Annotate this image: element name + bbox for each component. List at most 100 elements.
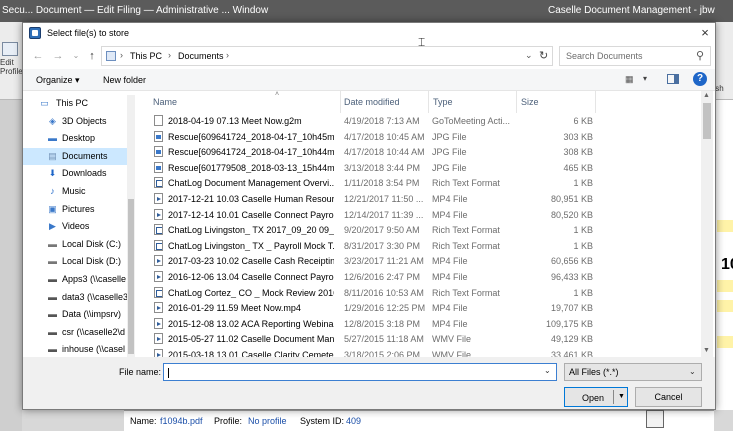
file-row[interactable]: 2017-12-14 10.01 Caselle Connect Payroll… (145, 208, 701, 224)
search-icon[interactable]: ⚲ (696, 49, 704, 62)
file-list-scrollbar[interactable]: ▲ ▼ (701, 91, 713, 357)
file-row[interactable]: ChatLog Livingston_ TX 2017_09_20 09_5..… (145, 223, 701, 239)
file-row[interactable]: Rescue[609641724_2018-04-17_10h44m50... 4… (145, 145, 701, 161)
sidebar-item[interactable]: ▣ Pictures (23, 201, 127, 218)
sidebar-item-label[interactable]: Pictures (62, 204, 95, 214)
scroll-up-icon[interactable]: ▲ (703, 92, 710, 99)
column-name[interactable]: Name (153, 97, 177, 107)
file-row[interactable]: ChatLog Cortez_ CO _ Mock Review 2016...… (145, 286, 701, 302)
filename-dropdown-icon[interactable]: ⌄ (544, 366, 551, 375)
file-row[interactable]: Rescue[609641724_2018-04-17_10h45m02... 4… (145, 130, 701, 146)
sidebar-item-label[interactable]: Downloads (62, 168, 107, 178)
sidebar-item[interactable]: ▬ Local Disk (D:) (23, 253, 127, 270)
breadcrumb-separator-icon[interactable]: › (120, 50, 123, 60)
scroll-down-icon[interactable]: ▼ (703, 347, 710, 354)
back-arrow-icon[interactable]: ← (31, 49, 45, 63)
file-row[interactable]: ChatLog Livingston_ TX _ Payroll Mock T.… (145, 239, 701, 255)
sidebar-item-label[interactable]: Local Disk (C:) (62, 239, 121, 249)
breadcrumb-separator-icon[interactable]: › (168, 50, 171, 60)
sidebar-item-label[interactable]: This PC (56, 98, 88, 108)
sidebar-item[interactable]: ▬ Desktop (23, 130, 127, 147)
file-row[interactable]: 2015-03-18 13.01 Caselle Clarity Cemeter… (145, 348, 701, 357)
filter-dropdown-icon[interactable]: ⌄ (689, 367, 696, 376)
close-button[interactable]: × (697, 25, 713, 41)
open-button[interactable]: Open ▼ (564, 387, 628, 407)
new-folder-button[interactable]: New folder (103, 75, 146, 85)
open-dropdown-icon[interactable]: ▼ (618, 393, 625, 400)
sidebar-item-label[interactable]: Apps3 (\\caselle (62, 274, 126, 284)
column-divider[interactable] (340, 91, 341, 113)
sidebar-item[interactable]: ▬ Apps3 (\\caselle (23, 271, 127, 288)
edit-profile-icon[interactable] (2, 42, 18, 56)
file-type-value[interactable]: All Files (*.*) (569, 367, 619, 377)
recent-chevron-icon[interactable]: ⌄ (69, 49, 83, 63)
search-input[interactable]: Search Documents (566, 51, 643, 61)
sidebar-item[interactable]: ▬ csr (\\caselle2\d (23, 324, 127, 341)
file-row[interactable]: ChatLog Document Management Overvi... 1/1… (145, 176, 701, 192)
column-type[interactable]: Type (433, 97, 453, 107)
sidebar-item[interactable]: ▤ Documents (23, 147, 127, 165)
file-row[interactable]: 2018-04-19 07.13 Meet Now.g2m 4/19/2018 7… (145, 114, 701, 130)
column-date-modified[interactable]: Date modified (344, 97, 400, 107)
filename-input[interactable] (163, 363, 557, 381)
edit-profile-label[interactable]: Edit Profile (0, 58, 23, 76)
column-divider[interactable] (595, 91, 596, 113)
file-row[interactable]: 2015-05-27 11.02 Caselle Document Man...… (145, 332, 701, 348)
file-date-modified: 3/13/2018 3:44 PM (344, 162, 421, 173)
file-row[interactable]: 2016-01-29 11.59 Meet Now.mp4 1/29/2016 1… (145, 301, 701, 317)
column-divider[interactable] (516, 91, 517, 113)
file-size: 1 KB (573, 287, 593, 298)
sidebar-item[interactable]: ♪ Music (23, 183, 127, 200)
address-dropdown-icon[interactable]: ⌄ (525, 50, 533, 61)
sidebar-item-label[interactable]: Desktop (62, 133, 95, 143)
sidebar-item[interactable]: ⬇ Downloads (23, 165, 127, 182)
view-options-icon[interactable]: ▦ (625, 74, 637, 84)
file-row[interactable]: 2017-12-21 10.03 Caselle Human Resourc..… (145, 192, 701, 208)
file-dialog: Select file(s) to store × ⌶ ← → ⌄ ↑ › Th… (22, 22, 716, 410)
breadcrumb-documents[interactable]: Documents (178, 51, 224, 61)
sidebar-item-label[interactable]: Data (\\impsrv) (62, 309, 121, 319)
file-list-scrollbar-thumb[interactable] (703, 103, 711, 139)
sidebar-item-label[interactable]: data3 (\\caselle3 (62, 292, 127, 302)
up-arrow-icon[interactable]: ↑ (85, 49, 99, 63)
view-dropdown-icon[interactable]: ▾ (643, 74, 647, 83)
sidebar-item-label[interactable]: Local Disk (D:) (62, 256, 121, 266)
sidebar-item-label[interactable]: 3D Objects (62, 116, 107, 126)
cancel-button[interactable]: Cancel (635, 387, 702, 407)
help-icon[interactable]: ? (693, 72, 707, 86)
sidebar-item[interactable]: ▬ inhouse (\\casel (23, 341, 127, 357)
sidebar-item[interactable]: ▶ Videos (23, 218, 127, 235)
column-size[interactable]: Size (521, 97, 539, 107)
file-row[interactable]: Rescue[601779508_2018-03-13_15h44m08... 3… (145, 161, 701, 177)
file-type-filter[interactable]: All Files (*.*) ⌄ (564, 363, 702, 381)
sidebar-item[interactable]: ▬ Data (\\impsrv) (23, 306, 127, 323)
open-button-label[interactable]: Open (582, 393, 604, 403)
sidebar-item-label[interactable]: Videos (62, 221, 89, 231)
breadcrumb-this-pc[interactable]: This PC (130, 51, 162, 61)
breadcrumb-separator-icon[interactable]: › (226, 50, 229, 60)
file-icon (154, 146, 163, 158)
address-bar[interactable]: › This PC › Documents › ⌄ ↻ (101, 46, 553, 66)
pen-icon[interactable] (646, 410, 664, 428)
sidebar-item-label[interactable]: csr (\\caselle2\d (62, 327, 125, 337)
file-row[interactable]: 2017-03-23 10.02 Caselle Cash Receipting… (145, 254, 701, 270)
sidebar-item[interactable]: ◈ 3D Objects (23, 113, 127, 130)
nav-scrollbar-thumb[interactable] (128, 199, 134, 354)
sidebar-item-label[interactable]: Documents (62, 151, 108, 161)
preview-pane-icon[interactable] (667, 74, 679, 84)
sidebar-item-label[interactable]: Music (62, 186, 86, 196)
refresh-icon[interactable]: ↻ (539, 49, 548, 62)
file-row[interactable]: 2016-12-06 13.04 Caselle Connect Payroll… (145, 270, 701, 286)
organize-button[interactable]: Organize ▾ (36, 75, 80, 86)
nav-scrollbar[interactable] (127, 95, 135, 357)
sidebar-item[interactable]: ▬ Local Disk (C:) (23, 236, 127, 253)
forward-arrow-icon[interactable]: → (51, 49, 65, 63)
sidebar-item[interactable]: ▭ This PC (23, 95, 127, 112)
search-box[interactable]: Search Documents ⚲ (559, 46, 711, 66)
file-row[interactable]: 2015-12-08 13.02 ACA Reporting Webinar..… (145, 317, 701, 333)
sidebar-item[interactable]: ▬ data3 (\\caselle3 (23, 289, 127, 306)
column-divider[interactable] (428, 91, 429, 113)
file-size: 80,520 KB (550, 209, 593, 220)
command-bar: Organize ▾ New folder ▦ ▾ ? (23, 69, 715, 91)
sidebar-item-label[interactable]: inhouse (\\casel (62, 344, 125, 354)
